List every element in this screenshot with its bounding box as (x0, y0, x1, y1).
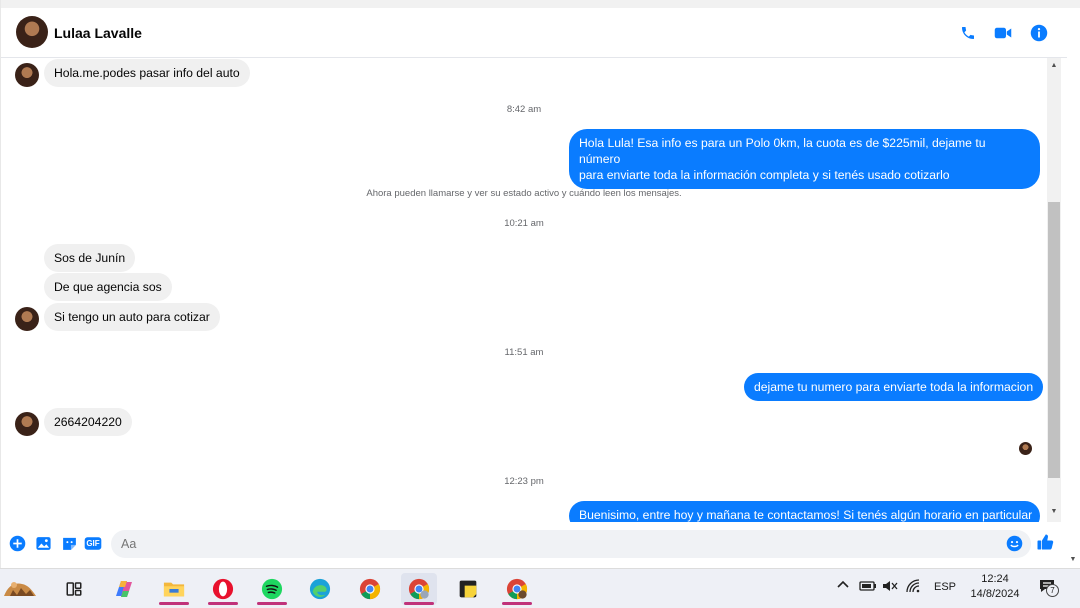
incoming-message[interactable]: Si tengo un auto para cotizar (44, 303, 220, 331)
copilot-icon[interactable] (106, 573, 142, 605)
outgoing-message[interactable]: Hola Lula! Esa info es para un Polo 0km,… (569, 129, 1040, 189)
scroll-up-arrow-icon[interactable]: ▲ (1047, 58, 1061, 72)
outgoing-message[interactable]: Buenisimo, entre hoy y mañana te contact… (569, 501, 1040, 522)
scroll-down-arrow-icon[interactable]: ▼ (1047, 504, 1061, 518)
timestamp: 8:42 am (506, 104, 542, 115)
message-list[interactable]: Hola.me.podes pasar info del auto 8:42 a… (1, 58, 1047, 522)
task-view-icon[interactable] (56, 573, 92, 605)
file-explorer-icon[interactable] (156, 573, 192, 605)
notification-count-badge: 7 (1046, 584, 1059, 597)
chat-header: Lulaa Lavalle (1, 8, 1067, 58)
chrome-icon[interactable] (352, 573, 388, 605)
windows-taskbar: ESP 12:24 14/8/2024 7 (0, 568, 1080, 608)
active-app-indicator (159, 602, 189, 605)
timestamp: 12:23 pm (504, 476, 544, 487)
battery-icon[interactable] (859, 580, 877, 595)
page-scroll-down-arrow-icon[interactable]: ▼ (1066, 552, 1080, 566)
chrome-profile2-icon[interactable] (499, 573, 535, 605)
incoming-message[interactable]: 2664204220 (44, 408, 132, 436)
chat-scrollbar[interactable]: ▲ ▼ (1047, 58, 1061, 522)
active-app-indicator (502, 602, 532, 605)
gif-label: GIF (86, 538, 100, 548)
message-input[interactable] (111, 530, 1031, 558)
seen-receipt-avatar (1019, 442, 1032, 455)
spotify-icon[interactable] (254, 573, 290, 605)
window-top-strip (1, 0, 1080, 8)
language-indicator[interactable]: ESP (934, 581, 956, 593)
image-icon[interactable] (34, 534, 52, 552)
like-icon[interactable] (1036, 533, 1054, 551)
phone-icon[interactable] (957, 22, 979, 44)
sender-avatar[interactable] (15, 307, 39, 331)
incoming-message[interactable]: Hola.me.podes pasar info del auto (44, 59, 250, 87)
active-app-indicator (257, 602, 287, 605)
info-icon[interactable] (1028, 22, 1050, 44)
timestamp: 11:51 am (504, 347, 544, 358)
timestamp: 10:21 am (504, 218, 544, 229)
incoming-message[interactable]: De que agencia sos (44, 273, 172, 301)
message-composer: GIF (1, 524, 1067, 564)
scroll-thumb[interactable] (1048, 202, 1060, 478)
incoming-message[interactable]: Sos de Junín (44, 244, 136, 272)
sender-avatar[interactable] (15, 63, 39, 87)
edge-icon[interactable] (302, 573, 338, 605)
volume-muted-icon[interactable] (882, 579, 898, 596)
plus-icon[interactable] (8, 534, 26, 552)
contact-avatar[interactable] (16, 16, 48, 48)
video-icon[interactable] (992, 22, 1014, 44)
sticky-notes-icon[interactable] (450, 573, 486, 605)
sticker-icon[interactable] (60, 534, 78, 552)
wifi-icon[interactable] (906, 579, 922, 596)
chrome-profile-icon[interactable] (401, 573, 437, 605)
clock-time: 12:24 (981, 573, 1009, 585)
system-notice: Ahora pueden llamarse y ver su estado ac… (366, 188, 682, 199)
notification-icon[interactable]: 7 (1038, 577, 1059, 598)
clock[interactable]: 12:24 14/8/2024 (962, 572, 1028, 602)
message-line: para enviarte toda la información comple… (579, 168, 950, 182)
gif-icon[interactable]: GIF (84, 534, 102, 552)
active-app-indicator (404, 602, 434, 605)
sender-avatar[interactable] (15, 412, 39, 436)
emoji-icon[interactable] (1005, 534, 1023, 552)
widgets-icon[interactable] (0, 573, 40, 605)
messenger-window: Lulaa Lavalle Hola.me.podes pasar info d… (0, 0, 1080, 568)
active-app-indicator (208, 602, 238, 605)
contact-name[interactable]: Lulaa Lavalle (54, 25, 142, 41)
outgoing-message[interactable]: dejame tu numero para enviarte toda la i… (744, 373, 1044, 401)
opera-icon[interactable] (205, 573, 241, 605)
chevron-up-icon[interactable] (836, 578, 850, 595)
clock-date: 14/8/2024 (970, 588, 1020, 600)
message-line: Hola Lula! Esa info es para un Polo 0km,… (579, 136, 986, 166)
